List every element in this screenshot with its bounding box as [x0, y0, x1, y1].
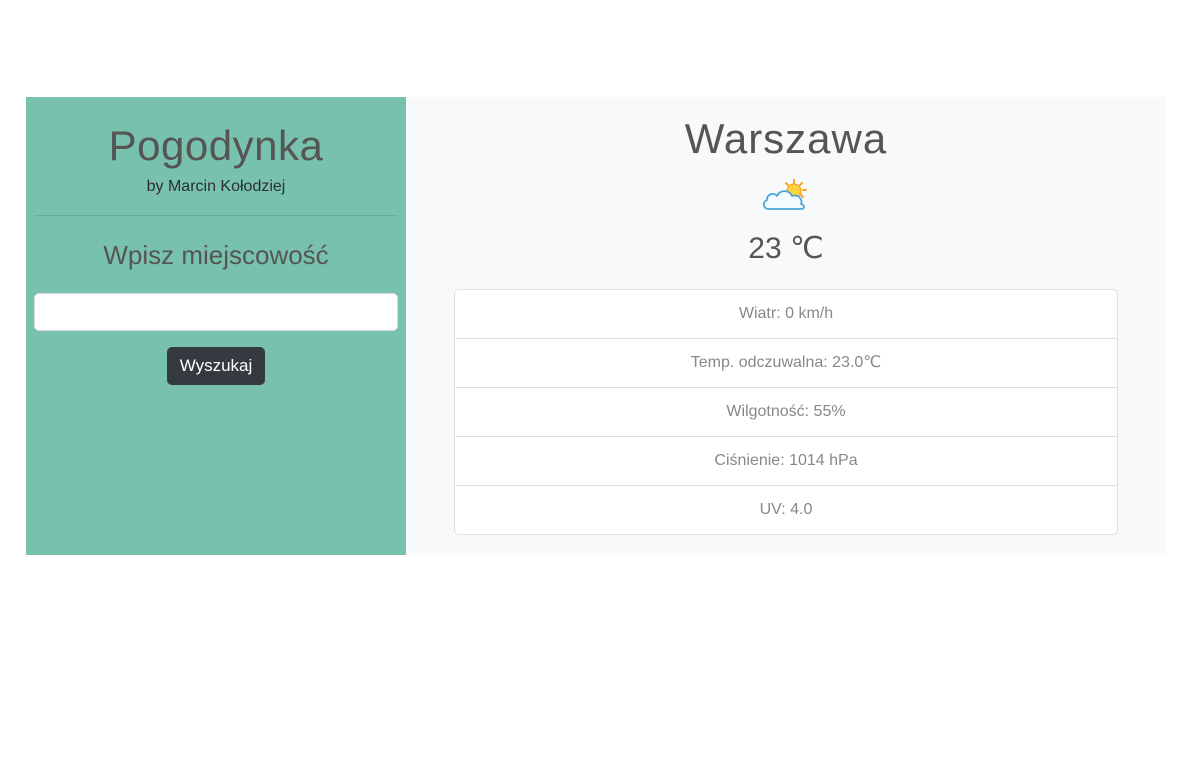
detail-feels-like: Temp. odczuwalna: 23.0℃ — [455, 338, 1117, 387]
weather-panel: Warszawa 23 ℃ Wiatr: 0 km/h Temp. odczuw… — [406, 97, 1166, 555]
detail-uv: UV: 4.0 — [455, 485, 1117, 534]
partly-cloudy-icon — [762, 179, 807, 210]
temperature: 23 ℃ — [748, 232, 824, 265]
search-heading: Wpisz miejscowość — [103, 240, 329, 270]
detail-wind: Wiatr: 0 km/h — [738, 305, 834, 322]
search-button[interactable]: Wyszukaj — [166, 347, 266, 385]
detail-humidity: Wilgotność: 55% — [455, 387, 1117, 436]
weather-details-list: Wiatr: 0 km/h Temp. odczuwalna: 23.0℃ Wi… — [454, 289, 1118, 535]
city-search-input[interactable] — [34, 293, 398, 331]
app-title: Pogodynka — [108, 122, 324, 169]
app-author: by Marcin Kołodziej — [146, 178, 286, 195]
sidebar-divider — [34, 215, 398, 216]
city-name: Warszawa — [684, 115, 888, 162]
detail-pressure: Ciśnienie: 1014 hPa — [455, 436, 1117, 485]
weather-app: Pogodynka by Marcin Kołodziej Wpisz miej… — [26, 97, 1166, 555]
sidebar: Pogodynka by Marcin Kołodziej Wpisz miej… — [26, 97, 406, 555]
